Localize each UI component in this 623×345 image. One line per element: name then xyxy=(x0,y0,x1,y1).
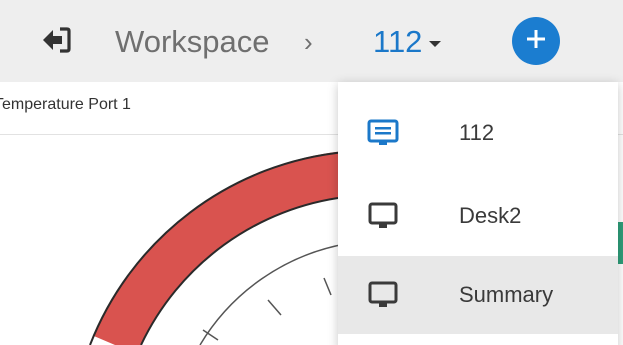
menu-item-112[interactable]: 112 xyxy=(338,94,618,172)
gauge-tick xyxy=(323,277,332,296)
workspace-selector[interactable]: 112 xyxy=(373,20,442,64)
exit-icon xyxy=(41,26,71,58)
gauge-tick xyxy=(267,299,282,316)
monitor-icon xyxy=(366,116,400,150)
back-button[interactable] xyxy=(38,24,74,60)
gauge-scale-arc xyxy=(199,243,346,345)
menu-item-label: Desk2 xyxy=(459,203,522,228)
top-bar: Workspace › 112 xyxy=(0,0,623,82)
menu-item-summary[interactable]: Summary xyxy=(338,256,618,334)
tab-temperature-port[interactable]: Temperature Port 1 xyxy=(0,96,131,114)
gauge-tick xyxy=(202,329,219,341)
page: Workspace › 112 Temperature Port 1 112 D… xyxy=(0,0,623,345)
workspace-selector-label: 112 xyxy=(373,24,423,59)
gauge-red-band xyxy=(93,151,348,345)
breadcrumb-workspace[interactable]: Workspace xyxy=(115,20,270,64)
plus-icon xyxy=(525,28,547,55)
menu-item-label: 112 xyxy=(459,120,495,145)
monitor-icon xyxy=(366,199,400,233)
menu-item-desk2[interactable]: Desk2 xyxy=(338,177,618,255)
caret-down-icon xyxy=(429,41,442,47)
menu-item-label: Summary xyxy=(459,282,554,307)
workspace-dropdown-menu: 112 Desk2 Summary xyxy=(338,82,618,345)
monitor-icon xyxy=(366,278,400,312)
breadcrumb-separator: › xyxy=(304,27,313,57)
add-button[interactable] xyxy=(512,17,560,65)
